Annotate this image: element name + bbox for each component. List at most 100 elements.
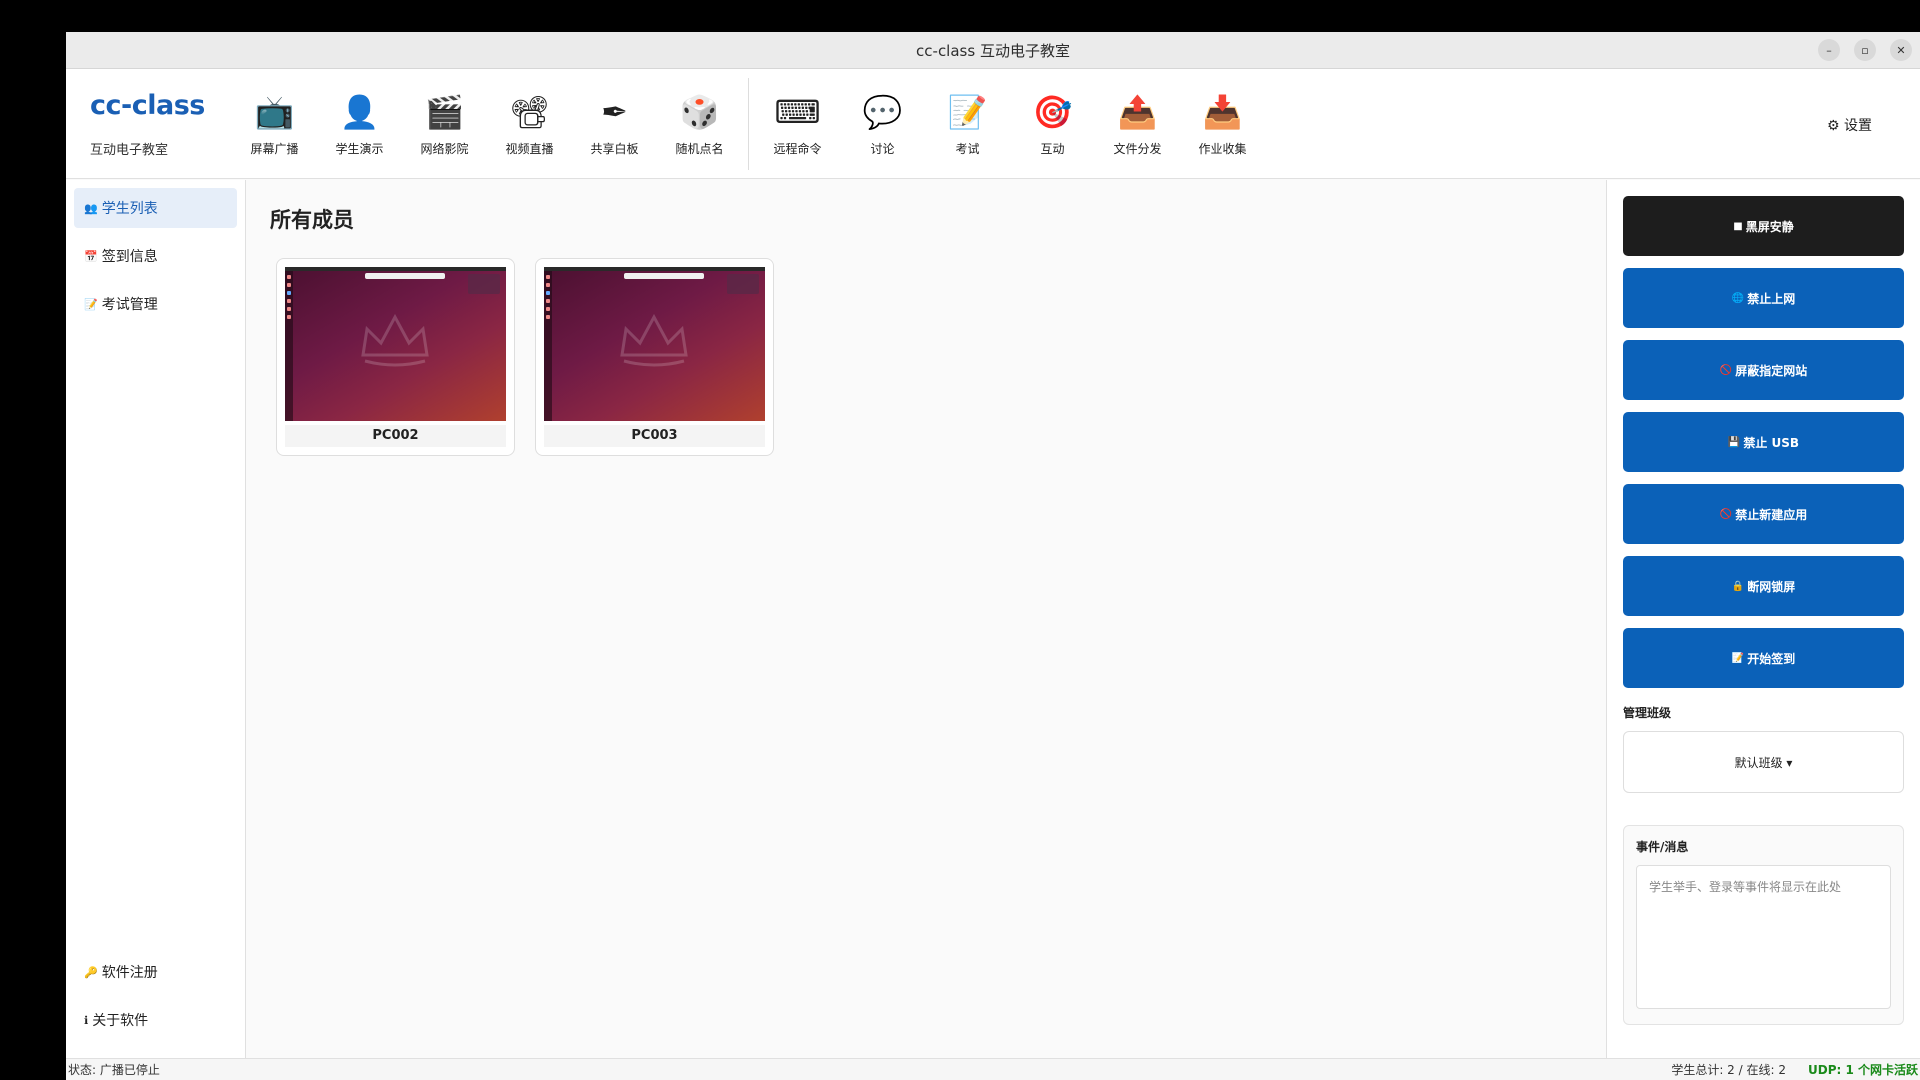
target-icon: 🎯 (1032, 93, 1073, 131)
block-internet-button[interactable]: 🌐 禁止上网 (1623, 268, 1904, 328)
sidebar-item-checkin-info[interactable]: 📅 签到信息 (74, 236, 237, 276)
brand-subtitle: 互动电子教室 (90, 142, 169, 158)
tool-label: 共享白板 (590, 142, 639, 156)
content-area: 👥 学生列表 📅 签到信息 📝 考试管理 🔑 软件注册 ℹ 关于软件 所有成员 … (66, 180, 1920, 1058)
network-cinema-button[interactable]: 🎬 网络影院 (402, 69, 487, 178)
outbox-icon: 📤 (1117, 93, 1158, 131)
button-label: 黑屏安静 (1745, 219, 1794, 234)
dice-icon: 🎲 (679, 93, 720, 131)
events-log[interactable]: 学生举手、登录等事件将显示在此处 (1636, 865, 1891, 1009)
tool-label: 随机点名 (675, 142, 724, 156)
info-icon: ℹ (84, 1013, 89, 1027)
events-label: 事件/消息 (1636, 840, 1689, 854)
exam-button[interactable]: 📝 考试 (925, 69, 1010, 178)
tool-label: 屏幕广播 (250, 142, 299, 156)
random-call-button[interactable]: 🎲 随机点名 (657, 69, 742, 178)
udp-status: UDP: 1 个网卡活跃 (1807, 1063, 1918, 1077)
user-icon: 👤 (339, 93, 380, 131)
control-panel: ■ 黑屏安静 🌐 禁止上网 🚫 屏蔽指定网站 💾 禁止 USB 🚫 禁止新建应用… (1606, 180, 1920, 1058)
block-usb-button[interactable]: 💾 禁止 USB (1623, 412, 1904, 472)
sidebar-item-label: 考试管理 (101, 297, 158, 313)
offline-lock-button[interactable]: 🔒 断网锁屏 (1623, 556, 1904, 616)
key-icon: 🔑 (84, 965, 98, 979)
projector-icon: 📽 (509, 93, 550, 131)
minimize-button[interactable]: – (1818, 39, 1840, 61)
class-manage-label: 管理班级 (1623, 706, 1672, 720)
screen-thumbnail (285, 267, 506, 421)
calendar-icon: 📅 (84, 249, 98, 263)
button-label: 开始签到 (1747, 651, 1796, 666)
events-panel: 事件/消息 学生举手、登录等事件将显示在此处 (1623, 825, 1904, 1025)
globe-icon: 🌐 (1731, 292, 1745, 304)
button-label: 禁止 USB (1743, 435, 1800, 450)
memo-icon: 📝 (1731, 652, 1745, 664)
student-count: 学生总计: 2 / 在线: 2 (1671, 1063, 1786, 1077)
tool-label: 网络影院 (420, 142, 469, 156)
start-checkin-button[interactable]: 📝 开始签到 (1623, 628, 1904, 688)
screen-broadcast-button[interactable]: 📺 屏幕广播 (232, 69, 317, 178)
sidebar-item-registration[interactable]: 🔑 软件注册 (74, 952, 237, 992)
status-bar: 状态: 广播已停止 学生总计: 2 / 在线: 2 UDP: 1 个网卡活跃 (66, 1058, 1920, 1080)
class-select[interactable]: 默认班级 ▾ (1623, 731, 1904, 793)
settings-button[interactable]: ⚙ 设置 (1827, 115, 1872, 135)
homework-collect-button[interactable]: 📥 作业收集 (1180, 69, 1265, 178)
video-live-button[interactable]: 📽 视频直播 (487, 69, 572, 178)
square-icon: ■ (1733, 220, 1743, 232)
shared-whiteboard-button[interactable]: ✒ 共享白板 (572, 69, 657, 178)
page-title: 所有成员 (270, 208, 354, 232)
tv-icon: 📺 (254, 93, 295, 131)
tool-label: 视频直播 (505, 142, 554, 156)
title-bar[interactable]: cc-class 互动电子教室 – ▫ ✕ (66, 32, 1920, 69)
close-button[interactable]: ✕ (1890, 39, 1912, 61)
keyboard-icon: ⌨ (774, 93, 821, 131)
tool-label: 文件分发 (1113, 142, 1162, 156)
lock-icon: 🔒 (1731, 580, 1745, 592)
sidebar-item-about[interactable]: ℹ 关于软件 (74, 1000, 237, 1040)
button-label: 断网锁屏 (1747, 579, 1796, 594)
sidebar-item-label: 签到信息 (101, 249, 158, 265)
student-demo-button[interactable]: 👤 学生演示 (317, 69, 402, 178)
discussion-button[interactable]: 💬 讨论 (840, 69, 925, 178)
student-card[interactable]: PC003 (535, 258, 774, 456)
tool-label: 互动 (1040, 142, 1065, 156)
tool-label: 学生演示 (335, 142, 384, 156)
sidebar-item-label: 学生列表 (101, 201, 158, 217)
brand: cc-class 互动电子教室 (66, 90, 226, 158)
clapper-icon: 🎬 (424, 93, 465, 131)
sidebar-item-label: 关于软件 (92, 1013, 149, 1029)
remote-command-button[interactable]: ⌨ 远程命令 (755, 69, 840, 178)
floppy-icon: 💾 (1727, 436, 1741, 448)
tool-label: 远程命令 (773, 142, 822, 156)
sidebar-bottom: 🔑 软件注册 ℹ 关于软件 (66, 944, 245, 1044)
tool-label: 作业收集 (1198, 142, 1247, 156)
prohibited-icon: 🚫 (1719, 508, 1733, 520)
interaction-button[interactable]: 🎯 互动 (1010, 69, 1095, 178)
status-right: 学生总计: 2 / 在线: 2 UDP: 1 个网卡活跃 (1671, 1061, 1918, 1078)
file-distribute-button[interactable]: 📤 文件分发 (1095, 69, 1180, 178)
student-card[interactable]: PC002 (276, 258, 515, 456)
sidebar: 👥 学生列表 📅 签到信息 📝 考试管理 🔑 软件注册 ℹ 关于软件 (66, 180, 246, 1058)
tool-label: 考试 (955, 142, 980, 156)
button-label: 禁止新建应用 (1735, 507, 1808, 522)
block-new-apps-button[interactable]: 🚫 禁止新建应用 (1623, 484, 1904, 544)
desktop: cc-class 互动电子教室 – ▫ ✕ cc-class 互动电子教室 📺 … (0, 0, 1920, 1080)
block-websites-button[interactable]: 🚫 屏蔽指定网站 (1623, 340, 1904, 400)
broadcast-status: 状态: 广播已停止 (68, 1063, 160, 1077)
screen-thumbnail (544, 267, 765, 421)
sidebar-item-label: 软件注册 (101, 965, 158, 981)
prohibited-icon: 🚫 (1719, 364, 1733, 376)
tool-label: 讨论 (870, 142, 895, 156)
window-title: cc-class 互动电子教室 (916, 41, 1070, 60)
sidebar-item-exam-management[interactable]: 📝 考试管理 (74, 284, 237, 324)
student-grid: PC002 PC003 (276, 258, 1582, 456)
app-window: cc-class 互动电子教室 – ▫ ✕ cc-class 互动电子教室 📺 … (66, 32, 1920, 1080)
toolbar-tools: 📺 屏幕广播 👤 学生演示 🎬 网络影院 📽 视频直播 ✒ 共享白板 🎲 随机点… (232, 69, 1265, 178)
main-toolbar: cc-class 互动电子教室 📺 屏幕广播 👤 学生演示 🎬 网络影院 📽 视… (66, 69, 1920, 179)
maximize-button[interactable]: ▫ (1854, 39, 1876, 61)
black-screen-button[interactable]: ■ 黑屏安静 (1623, 196, 1904, 256)
sidebar-item-student-list[interactable]: 👥 学生列表 (74, 188, 237, 228)
crown-watermark-icon (361, 313, 429, 367)
crown-watermark-icon (620, 313, 688, 367)
brand-name: cc-class (90, 89, 205, 121)
student-name: PC003 (544, 425, 765, 447)
